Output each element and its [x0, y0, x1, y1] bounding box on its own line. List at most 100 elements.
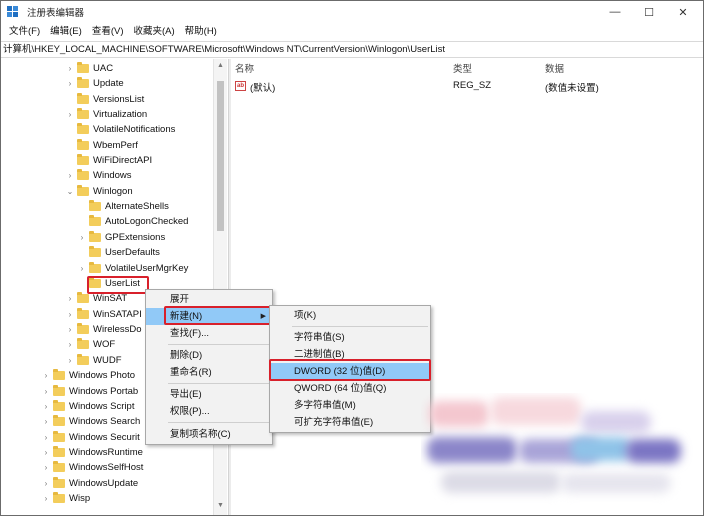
tree-item-windows-photo[interactable]: › Windows Photo	[41, 368, 135, 383]
folder-icon	[53, 461, 65, 472]
maximize-button[interactable]: ☐	[632, 1, 666, 23]
column-type[interactable]: 类型	[453, 61, 472, 75]
tree-item-uac[interactable]: › UAC	[65, 61, 113, 76]
expander-icon[interactable]: ›	[41, 402, 51, 411]
expander-icon[interactable]: ›	[65, 325, 75, 334]
folder-icon	[77, 93, 89, 104]
expander-icon[interactable]: ›	[41, 479, 51, 488]
tree-item-windows-security[interactable]: › Windows Securit	[41, 430, 140, 445]
tree-item-update[interactable]: › Update	[65, 76, 124, 91]
menu-separator	[292, 326, 428, 327]
expander-icon[interactable]: ›	[41, 387, 51, 396]
folder-icon	[77, 169, 89, 180]
menu-bar: 文件(F) 编辑(E) 查看(V) 收藏夹(A) 帮助(H)	[1, 23, 703, 40]
value-data: (数值未设置)	[545, 83, 599, 94]
tree-item-alternateshells[interactable]: AlternateShells	[77, 199, 169, 214]
tree-item-windows-script[interactable]: › Windows Script	[41, 399, 134, 414]
menu-file[interactable]: 文件(F)	[4, 23, 45, 40]
scroll-up-icon[interactable]: ▲	[214, 59, 227, 73]
expander-icon[interactable]: ›	[77, 233, 87, 242]
menu-view[interactable]: 查看(V)	[87, 23, 129, 40]
expander-icon[interactable]: ›	[65, 64, 75, 73]
expander-icon[interactable]: ›	[65, 294, 75, 303]
tree-item-windowsupdate[interactable]: › WindowsUpdate	[41, 476, 138, 491]
tree-item-windows-search[interactable]: › Windows Search	[41, 414, 140, 429]
tree-item-windowsruntime[interactable]: › WindowsRuntime	[41, 445, 143, 460]
close-button[interactable]: ✕	[666, 1, 700, 23]
tree-scrollbar[interactable]: ▲ ▼	[213, 59, 227, 515]
menu-item-find[interactable]: 查找(F)...	[146, 325, 272, 342]
folder-icon	[89, 262, 101, 273]
column-data[interactable]: 数据	[545, 61, 564, 75]
menu-item-delete[interactable]: 删除(D)	[146, 347, 272, 364]
tree-item-winsatapi[interactable]: › WinSATAPI	[65, 307, 142, 322]
expander-icon[interactable]: ›	[41, 433, 51, 442]
menu-item-rename[interactable]: 重命名(R)	[146, 364, 272, 381]
folder-icon	[89, 215, 101, 226]
folder-icon	[77, 323, 89, 334]
submenu-item-string-value[interactable]: 字符串值(S)	[270, 329, 430, 346]
value-type: REG_SZ	[453, 80, 492, 91]
expander-icon[interactable]: ›	[77, 264, 87, 273]
folder-icon	[77, 154, 89, 165]
folder-icon	[53, 492, 65, 503]
registry-editor-window: 注册表编辑器 — ☐ ✕ 文件(F) 编辑(E) 查看(V) 收藏夹(A) 帮助…	[0, 0, 704, 516]
menu-separator	[168, 383, 270, 384]
tree-item-windows-portable[interactable]: › Windows Portab	[41, 384, 138, 399]
tree-item-userdefaults[interactable]: UserDefaults	[77, 245, 160, 260]
submenu-item-expandable-string-value[interactable]: 可扩充字符串值(E)	[270, 414, 430, 431]
scroll-down-icon[interactable]: ▼	[214, 499, 227, 513]
expander-icon[interactable]: ›	[41, 494, 51, 503]
folder-icon	[53, 415, 65, 426]
folder-icon	[77, 354, 89, 365]
expander-icon[interactable]: ›	[41, 417, 51, 426]
dword-highlight-box	[269, 359, 431, 381]
tree-item-wof[interactable]: › WOF	[65, 337, 115, 352]
submenu-item-key[interactable]: 项(K)	[270, 307, 430, 324]
folder-icon	[89, 231, 101, 242]
table-row[interactable]: ab (默认) REG_SZ (数值未设置)	[231, 79, 703, 94]
tree-item-windowsselfhost[interactable]: › WindowsSelfHost	[41, 460, 143, 475]
menu-item-permissions[interactable]: 权限(P)...	[146, 403, 272, 420]
menu-help[interactable]: 帮助(H)	[180, 23, 222, 40]
title-bar: 注册表编辑器 — ☐ ✕	[1, 1, 703, 23]
column-name[interactable]: 名称	[235, 61, 254, 75]
tree-item-wudf[interactable]: › WUDF	[65, 353, 122, 368]
new-highlight-box	[164, 306, 273, 325]
minimize-button[interactable]: —	[598, 1, 632, 23]
tree-item-windows[interactable]: › Windows	[65, 168, 132, 183]
expander-icon[interactable]: ›	[41, 448, 51, 457]
expander-icon[interactable]: ⌄	[65, 187, 75, 196]
tree-item-wisp[interactable]: › Wisp	[41, 491, 90, 506]
tree-item-autologonchecked[interactable]: AutoLogonChecked	[77, 214, 188, 229]
scroll-thumb[interactable]	[217, 81, 224, 231]
expander-icon[interactable]: ›	[65, 356, 75, 365]
tree-item-winlogon[interactable]: ⌄ Winlogon	[65, 184, 133, 199]
folder-icon	[53, 446, 65, 457]
tree-item-wifidirectapi[interactable]: WiFiDirectAPI	[65, 153, 152, 168]
tree-item-wbemperf[interactable]: WbemPerf	[65, 138, 138, 153]
submenu-item-multi-string-value[interactable]: 多字符串值(M)	[270, 397, 430, 414]
submenu-item-qword-value[interactable]: QWORD (64 位)值(Q)	[270, 380, 430, 397]
tree-item-gpextensions[interactable]: › GPExtensions	[77, 230, 165, 245]
expander-icon[interactable]: ›	[65, 340, 75, 349]
expander-icon[interactable]: ›	[65, 310, 75, 319]
tree-item-volatileusermgrkey[interactable]: › VolatileUserMgrKey	[77, 261, 188, 276]
expander-icon[interactable]: ›	[65, 171, 75, 180]
expander-icon[interactable]: ›	[65, 79, 75, 88]
menu-favorites[interactable]: 收藏夹(A)	[128, 23, 179, 40]
tree-item-versionslist[interactable]: VersionsList	[65, 92, 144, 107]
folder-icon	[89, 246, 101, 257]
menu-item-copy-key-name[interactable]: 复制项名称(C)	[146, 426, 272, 443]
tree-item-wirelessdocking[interactable]: › WirelessDo	[65, 322, 142, 337]
menu-item-export[interactable]: 导出(E)	[146, 386, 272, 403]
expander-icon[interactable]: ›	[41, 463, 51, 472]
tree-item-volatilenotifications[interactable]: VolatileNotifications	[65, 122, 175, 137]
tree-item-virtualization[interactable]: › Virtualization	[65, 107, 147, 122]
address-bar[interactable]: 计算机\HKEY_LOCAL_MACHINE\SOFTWARE\Microsof…	[1, 41, 703, 58]
expander-icon[interactable]: ›	[41, 371, 51, 380]
menu-edit[interactable]: 编辑(E)	[45, 23, 87, 40]
folder-icon	[89, 200, 101, 211]
list-header: 名称 类型 数据	[231, 59, 703, 75]
expander-icon[interactable]: ›	[65, 110, 75, 119]
